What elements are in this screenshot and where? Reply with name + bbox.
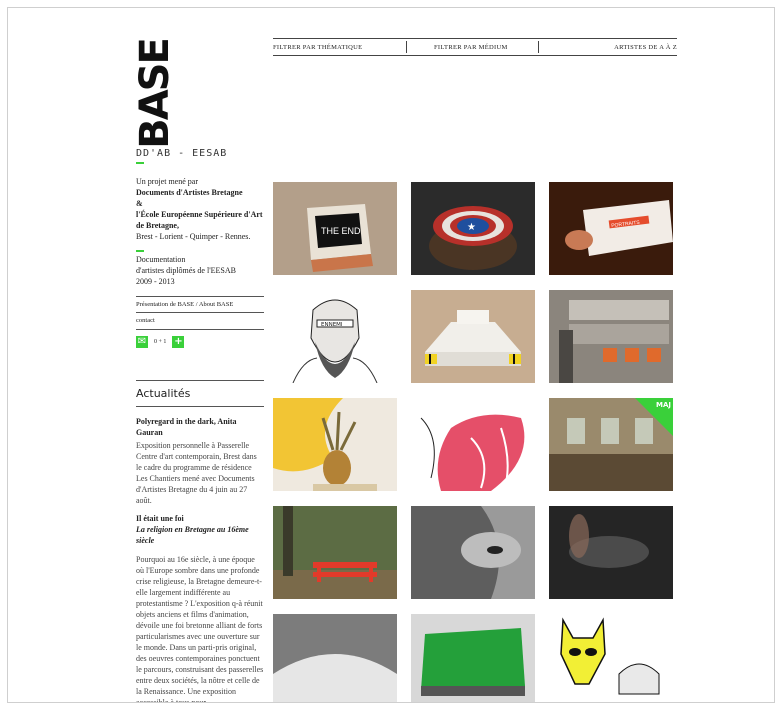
shield-stump-image: ★ bbox=[411, 182, 535, 275]
site-logo[interactable]: BASE bbox=[131, 36, 178, 149]
update-badge-text: MAJ bbox=[656, 401, 671, 409]
artwork-tile[interactable] bbox=[411, 614, 535, 702]
artwork-tile[interactable] bbox=[549, 614, 673, 702]
accent-dash bbox=[136, 250, 144, 252]
artwork-tile[interactable]: ★ bbox=[411, 182, 535, 275]
artwork-tile[interactable] bbox=[549, 506, 673, 599]
face-closeup-image bbox=[411, 506, 535, 599]
artwork-tile[interactable] bbox=[549, 290, 673, 383]
pineapple-image bbox=[273, 398, 397, 491]
doc-block: Documentation d'artistes diplômés de l'E… bbox=[136, 254, 264, 287]
cat-mask-image bbox=[549, 614, 673, 702]
logo-subtitle: DD'AB - EESAB bbox=[136, 148, 228, 159]
artwork-tile[interactable] bbox=[411, 506, 535, 599]
white-model-image bbox=[411, 290, 535, 383]
grey-curve-image bbox=[273, 614, 397, 702]
doc-line1: Documentation bbox=[136, 255, 186, 264]
artwork-tile[interactable] bbox=[411, 290, 535, 383]
intro-block: Un projet mené par Documents d'Artistes … bbox=[136, 176, 264, 242]
filter-artists[interactable]: ARTISTES DE A À Z bbox=[614, 44, 677, 51]
intro-org1: Documents d'Artistes Bretagne bbox=[136, 188, 243, 197]
doc-years: 2009 - 2013 bbox=[136, 277, 175, 286]
doc-line2: d'artistes diplômés de l'EESAB bbox=[136, 266, 236, 275]
news-body: Pourquoi au 16e siècle, à une époque où … bbox=[136, 555, 264, 703]
artwork-tile[interactable]: THE END bbox=[273, 182, 397, 275]
red-bench-image bbox=[273, 506, 397, 599]
intro-amp: & bbox=[136, 199, 143, 208]
news-item[interactable]: Il était une foi La religion en Bretagne… bbox=[136, 513, 264, 703]
contact-link[interactable]: contact bbox=[136, 312, 264, 330]
accent-dash bbox=[136, 162, 144, 164]
artwork-tile[interactable]: ENNEMI bbox=[273, 290, 397, 383]
svg-text:★: ★ bbox=[467, 222, 476, 233]
news-body: Exposition personnelle à Passerelle Cent… bbox=[136, 441, 257, 505]
social-bar: ✉ 0 + 1 + bbox=[136, 336, 185, 348]
news-subtitle: La religion en Bretagne au 16ème siècle bbox=[136, 525, 249, 545]
plus-icon[interactable]: + bbox=[172, 336, 185, 348]
artwork-tile[interactable] bbox=[411, 398, 535, 491]
news-heading: Actualités bbox=[136, 380, 264, 407]
news-title: Polyregard in the dark, Anita Gauran bbox=[136, 417, 237, 437]
divider bbox=[538, 41, 539, 53]
the-end-text: THE END bbox=[321, 226, 361, 236]
shelf-installation-image bbox=[549, 290, 673, 383]
share-icon[interactable]: ✉ bbox=[136, 336, 148, 348]
artwork-tile[interactable]: PORTRAITS bbox=[549, 182, 673, 275]
artwork-tile[interactable] bbox=[273, 506, 397, 599]
business-card-image: PORTRAITS bbox=[549, 182, 673, 275]
news-title: Il était une foi bbox=[136, 514, 184, 523]
intro-org2: l'École Européenne Supérieure d'Art de B… bbox=[136, 210, 263, 230]
presentation-link[interactable]: Présentation de BASE / About BASE bbox=[136, 296, 264, 313]
green-sculpture-image bbox=[411, 614, 535, 702]
filter-thematique[interactable]: FILTRER PAR THÉMATIQUE bbox=[273, 44, 362, 51]
social-counter: 0 + 1 bbox=[154, 339, 167, 345]
artwork-tile[interactable]: MAJ bbox=[549, 398, 673, 491]
artwork-tile[interactable] bbox=[273, 614, 397, 702]
page-frame: BASE DD'AB - EESAB Un projet mené par Do… bbox=[7, 7, 775, 703]
intro-line: Un projet mené par bbox=[136, 177, 198, 186]
filter-medium[interactable]: FILTRER PAR MÉDIUM bbox=[434, 44, 508, 51]
filter-bar: FILTRER PAR THÉMATIQUE FILTRER PAR MÉDIU… bbox=[273, 38, 677, 56]
divider bbox=[406, 41, 407, 53]
intro-cities: Brest - Lorient - Quimper - Rennes. bbox=[136, 232, 251, 241]
the-end-box-image: THE END bbox=[273, 182, 397, 275]
headband-text: ENNEMI bbox=[321, 322, 343, 328]
artwork-tile[interactable] bbox=[273, 398, 397, 491]
dark-texture-image bbox=[549, 506, 673, 599]
news-item[interactable]: Polyregard in the dark, Anita Gauran Exp… bbox=[136, 416, 264, 506]
bearded-man-image: ENNEMI bbox=[273, 290, 397, 383]
logo-text: BASE bbox=[131, 39, 178, 149]
pink-drawing-image bbox=[411, 398, 535, 491]
